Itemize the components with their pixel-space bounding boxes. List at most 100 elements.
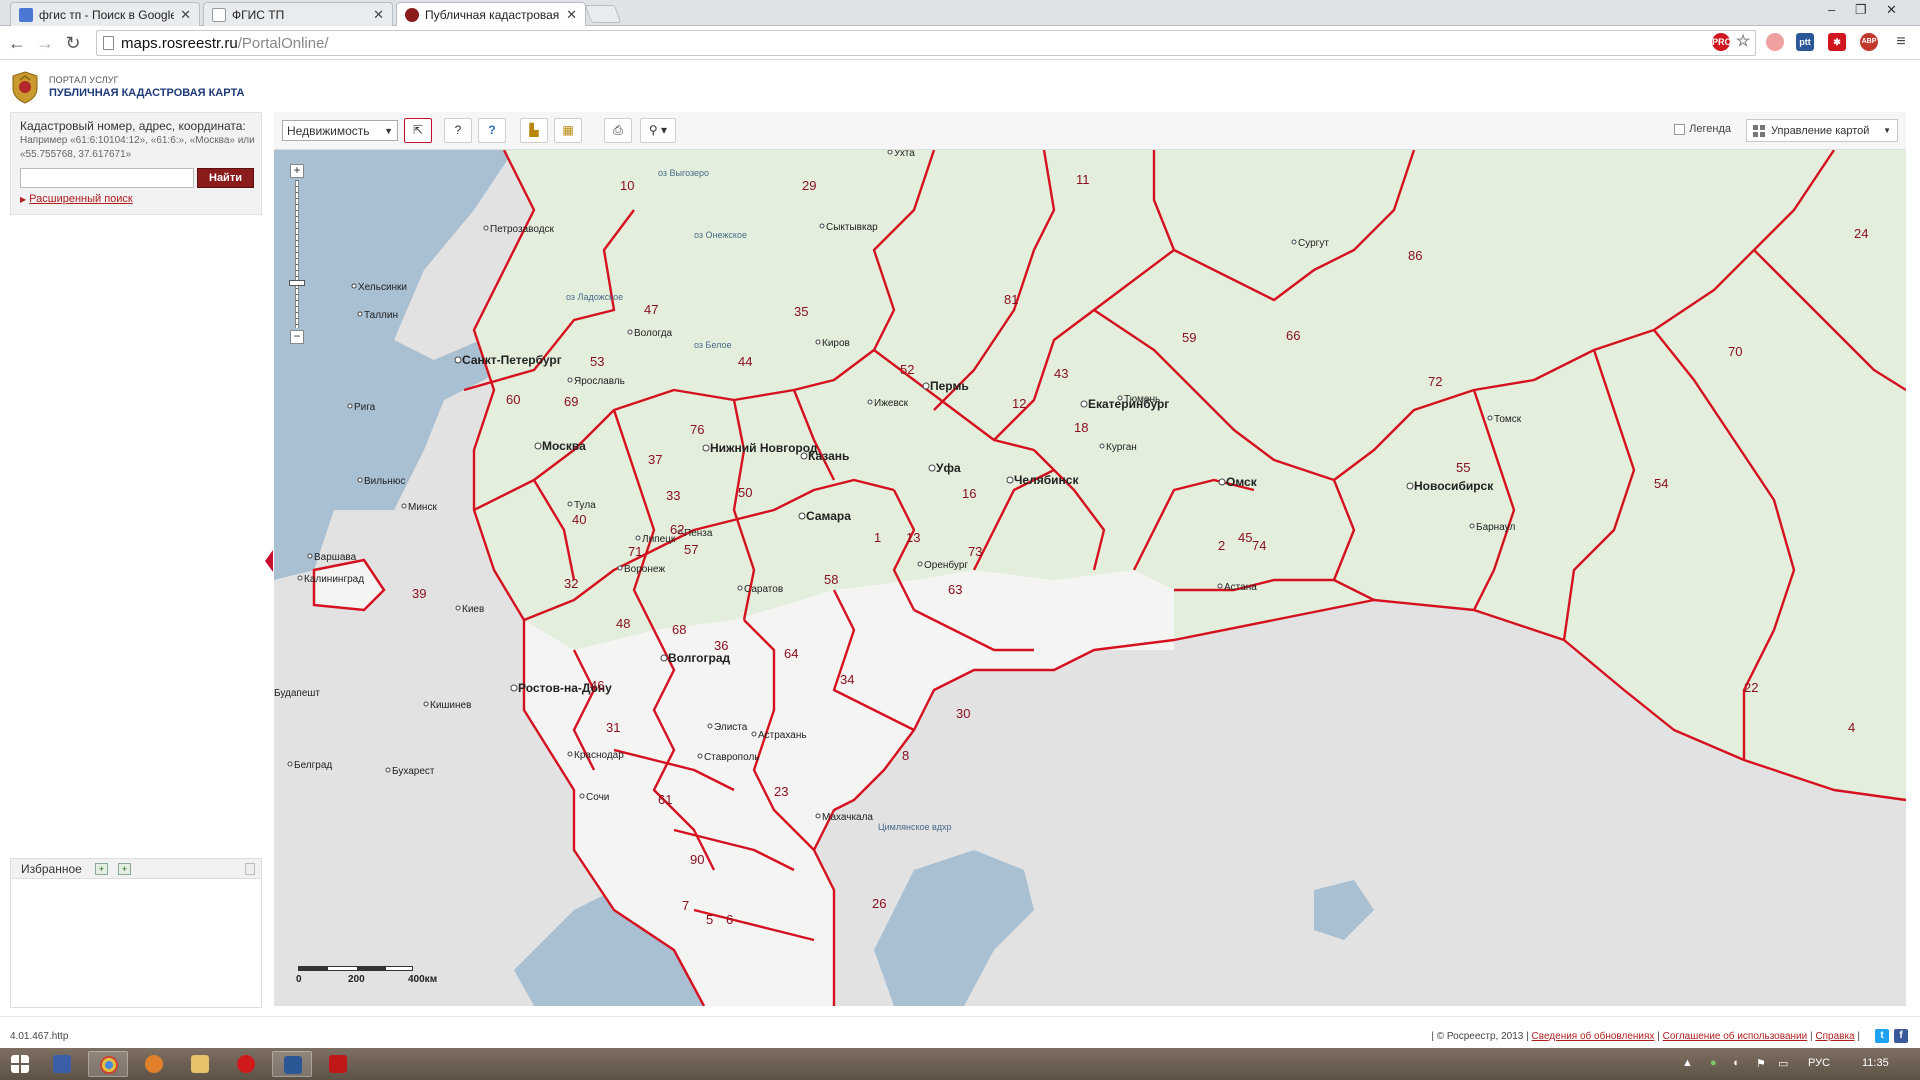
city-label: Саратов — [744, 584, 783, 595]
tab-google-search[interactable]: фгис тп - Поиск в Google ✕ — [10, 2, 200, 26]
region-number-label: 45 — [1238, 530, 1252, 545]
print-button[interactable]: ⎙ — [604, 118, 632, 143]
city-label: Челябинск — [1014, 473, 1079, 487]
city-label: Ижевск — [874, 398, 909, 409]
zoom-control: + − — [289, 164, 305, 346]
taskbar-acrobat[interactable] — [318, 1051, 358, 1077]
menu-icon[interactable]: ≡ — [1892, 33, 1910, 51]
region-number-label: 10 — [620, 178, 634, 193]
city-label: Минск — [408, 502, 437, 513]
help-link[interactable]: Справка — [1815, 1031, 1854, 1042]
clock-time[interactable]: 11:35 — [1862, 1057, 1889, 1069]
taskbar-save-app[interactable] — [42, 1051, 82, 1077]
tray-volume-icon[interactable]: ◖ — [1732, 1057, 1739, 1069]
region-number-label: 1 — [874, 530, 881, 545]
tray-network-icon[interactable]: ● — [1710, 1057, 1717, 1069]
city-label: Оренбург — [924, 559, 968, 571]
add-folder-icon[interactable]: + — [118, 863, 131, 875]
restore-button[interactable]: ❐ — [1855, 2, 1867, 18]
city-label: Ставрополь — [704, 752, 760, 763]
city-label: Сочи — [586, 792, 609, 803]
favorites-header: Избранное + + — [11, 859, 261, 879]
city-label: Астана — [1224, 582, 1257, 593]
tray-arrow-icon[interactable]: ▲ — [1682, 1057, 1693, 1069]
area-tool-button[interactable]: ▦ — [554, 118, 582, 143]
trash-icon[interactable] — [245, 863, 255, 875]
start-button[interactable] — [0, 1051, 40, 1077]
address-bar[interactable]: maps.rosreestr.ru/PortalOnline/ — [96, 30, 1756, 56]
twitter-icon[interactable]: t — [1875, 1029, 1889, 1043]
version-text: 4.01.467.http — [10, 1031, 69, 1042]
tab-cadastral-map[interactable]: Публичная кадастровая к ✕ — [396, 2, 586, 26]
region-number-label: 71 — [628, 544, 642, 559]
tab-fgis-tp[interactable]: ФГИС ТП ✕ — [203, 2, 393, 26]
select-tool-button[interactable]: ⇱ — [404, 118, 432, 143]
taskbar-firefox[interactable] — [134, 1051, 174, 1077]
add-favorite-icon[interactable]: + — [95, 863, 108, 875]
new-tab-button[interactable] — [584, 5, 622, 23]
search-button[interactable]: Найти — [197, 168, 254, 188]
forward-arrow-icon[interactable]: → — [34, 32, 56, 54]
search-example: Например «61:6:10104:12», «61:6:», «Моск… — [20, 135, 255, 160]
zoom-slider-track[interactable] — [295, 180, 299, 328]
taskbar-opera[interactable] — [226, 1051, 266, 1077]
zoom-in-button[interactable]: + — [290, 164, 304, 178]
legend-checkbox[interactable]: Легенда — [1674, 123, 1731, 135]
measure-tool-button[interactable]: ▙ — [520, 118, 548, 143]
map-canvas[interactable]: Санкт-Петербург Москва Нижний Новгород Каза… — [274, 150, 1906, 1006]
region-number-label: 66 — [1286, 328, 1300, 343]
facebook-icon[interactable]: f — [1894, 1029, 1908, 1043]
updates-link[interactable]: Сведения об обновлениях — [1532, 1031, 1655, 1042]
collapse-panel-arrow-icon[interactable] — [265, 550, 273, 572]
adblock-extension-icon[interactable]: ABP — [1860, 33, 1878, 51]
region-number-label: 11 — [1076, 172, 1090, 187]
region-number-label: 74 — [1252, 538, 1266, 553]
tray-flag-icon[interactable]: ⚑ — [1756, 1057, 1766, 1070]
city-marker-icon — [1291, 239, 1297, 245]
tray-monitor-icon[interactable]: ▭ — [1778, 1057, 1788, 1070]
search-input[interactable] — [20, 168, 194, 188]
close-window-button[interactable]: ✕ — [1886, 2, 1897, 18]
taskbar-word[interactable] — [272, 1051, 312, 1077]
city-marker-icon — [1080, 400, 1088, 408]
reload-icon[interactable]: ↻ — [62, 32, 84, 54]
identify-tool-button[interactable]: ? — [444, 118, 472, 143]
info-tool-button[interactable]: ? — [478, 118, 506, 143]
city-marker-icon — [617, 565, 623, 571]
region-number-label: 18 — [1074, 420, 1088, 435]
footer-separator: | — [1657, 1031, 1660, 1042]
link-button[interactable]: ⚲ ▾ — [640, 118, 676, 143]
region-number-label: 7 — [682, 898, 689, 913]
city-marker-icon — [357, 477, 363, 483]
pro-extension-icon[interactable]: PRO — [1712, 33, 1732, 51]
zoom-out-button[interactable]: − — [290, 330, 304, 344]
minimize-button[interactable]: – — [1828, 2, 1835, 17]
scale-line — [298, 966, 413, 971]
terms-link[interactable]: Соглашение об использовании — [1663, 1031, 1808, 1042]
map-svg[interactable]: Санкт-Петербург Москва Нижний НовгородКаза… — [274, 150, 1906, 1006]
input-language[interactable]: РУС — [1808, 1057, 1830, 1069]
opera-icon — [237, 1055, 255, 1073]
layer-select[interactable]: Недвижимость ▼ — [282, 120, 398, 141]
asterisk-extension-icon[interactable]: ✱ — [1828, 33, 1846, 51]
ruler-icon: ▙ — [529, 123, 539, 137]
advanced-search-link[interactable]: ▶ Расширенный поиск — [20, 193, 133, 205]
close-tab-icon[interactable]: ✕ — [566, 7, 577, 23]
floppy-icon — [53, 1055, 71, 1073]
checkbox-icon[interactable] — [1674, 123, 1686, 135]
city-label: Петрозаводск — [490, 224, 555, 235]
back-arrow-icon[interactable]: ← — [6, 32, 28, 54]
close-tab-icon[interactable]: ✕ — [373, 7, 384, 23]
taskbar-chrome[interactable] — [88, 1051, 128, 1077]
map-manage-dropdown[interactable]: Управление картой ▼ — [1746, 119, 1898, 142]
rt-extension-icon[interactable]: ptt — [1796, 33, 1814, 51]
portal-title[interactable]: ПУБЛИЧНАЯ КАДАСТРОВАЯ КАРТА — [49, 87, 244, 99]
region-number-label: 26 — [872, 896, 886, 911]
close-tab-icon[interactable]: ✕ — [180, 7, 191, 23]
taskbar-explorer[interactable] — [180, 1051, 220, 1077]
bookmark-star-icon[interactable]: ☆ — [1734, 33, 1752, 51]
extension-circle-icon[interactable] — [1766, 33, 1784, 51]
region-number-label: 43 — [1054, 366, 1068, 381]
zoom-slider-handle[interactable] — [289, 280, 305, 286]
city-label: Рига — [354, 402, 376, 413]
